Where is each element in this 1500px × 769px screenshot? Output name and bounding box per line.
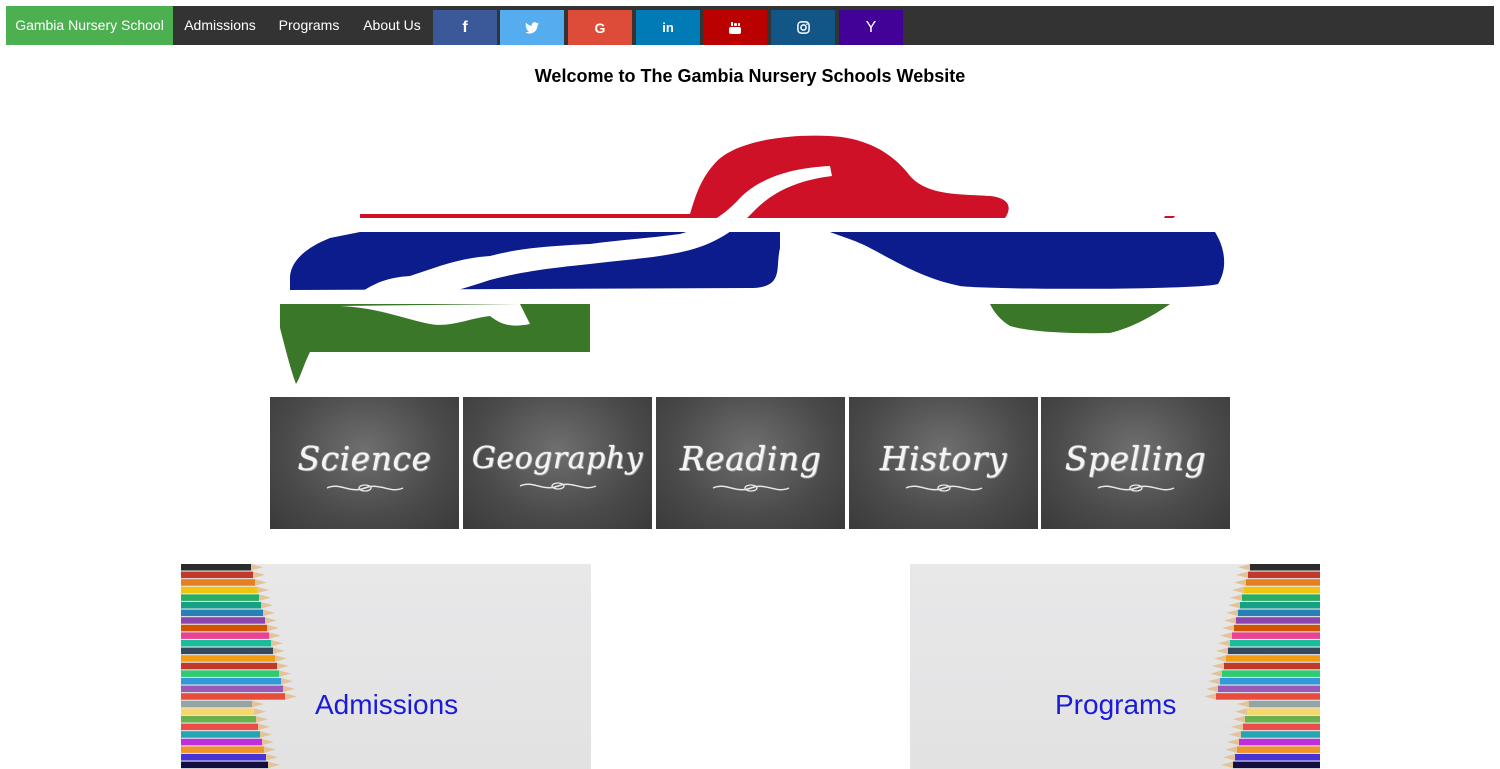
flourish-icon (326, 483, 403, 492)
twitter-icon (525, 21, 539, 34)
admissions-card[interactable]: Admissions (181, 564, 591, 769)
programs-card[interactable]: Programs (910, 564, 1320, 769)
subject-tile-science[interactable]: Science (270, 397, 459, 529)
youtube-icon (728, 21, 742, 35)
colored-pencils-image (181, 564, 297, 769)
subject-tile-reading[interactable]: Reading (656, 397, 845, 529)
subject-tile-geography[interactable]: Geography (463, 397, 652, 529)
admissions-card-label[interactable]: Admissions (315, 689, 458, 721)
flourish-icon (1097, 483, 1174, 492)
flourish-icon (519, 481, 596, 490)
nav-about-us-link[interactable]: About Us (351, 6, 433, 45)
gambia-flag-map-image (270, 128, 1230, 395)
subject-label: Reading (679, 438, 822, 478)
google-button[interactable]: G (568, 10, 632, 45)
linkedin-icon: in (662, 20, 674, 35)
facebook-icon: f (462, 18, 468, 36)
facebook-button[interactable]: f (433, 10, 497, 45)
flourish-icon (905, 483, 982, 492)
twitter-button[interactable] (500, 10, 564, 45)
programs-card-label[interactable]: Programs (1055, 689, 1176, 721)
subject-label: Spelling (1064, 438, 1207, 478)
nav-programs-link[interactable]: Programs (267, 6, 351, 45)
youtube-button[interactable] (703, 10, 767, 45)
linkedin-button[interactable]: in (636, 10, 700, 45)
colored-pencils-image (1205, 564, 1320, 769)
instagram-button[interactable] (771, 10, 835, 45)
yahoo-icon: Y (865, 18, 877, 36)
subject-label: Science (297, 438, 432, 478)
subject-label: History (879, 438, 1008, 478)
google-icon: G (594, 19, 606, 36)
subject-label: Geography (471, 440, 644, 476)
brand-link[interactable]: Gambia Nursery School (6, 6, 173, 45)
nav-admissions-link[interactable]: Admissions (173, 6, 267, 45)
page-title: Welcome to The Gambia Nursery Schools We… (534, 66, 966, 86)
instagram-icon (796, 21, 810, 34)
subject-tile-spelling[interactable]: Spelling (1041, 397, 1230, 529)
subject-tile-history[interactable]: History (849, 397, 1038, 529)
flourish-icon (712, 483, 789, 492)
yahoo-button[interactable]: Y (839, 10, 903, 45)
top-navbar: Gambia Nursery School Admissions Program… (6, 6, 1494, 45)
